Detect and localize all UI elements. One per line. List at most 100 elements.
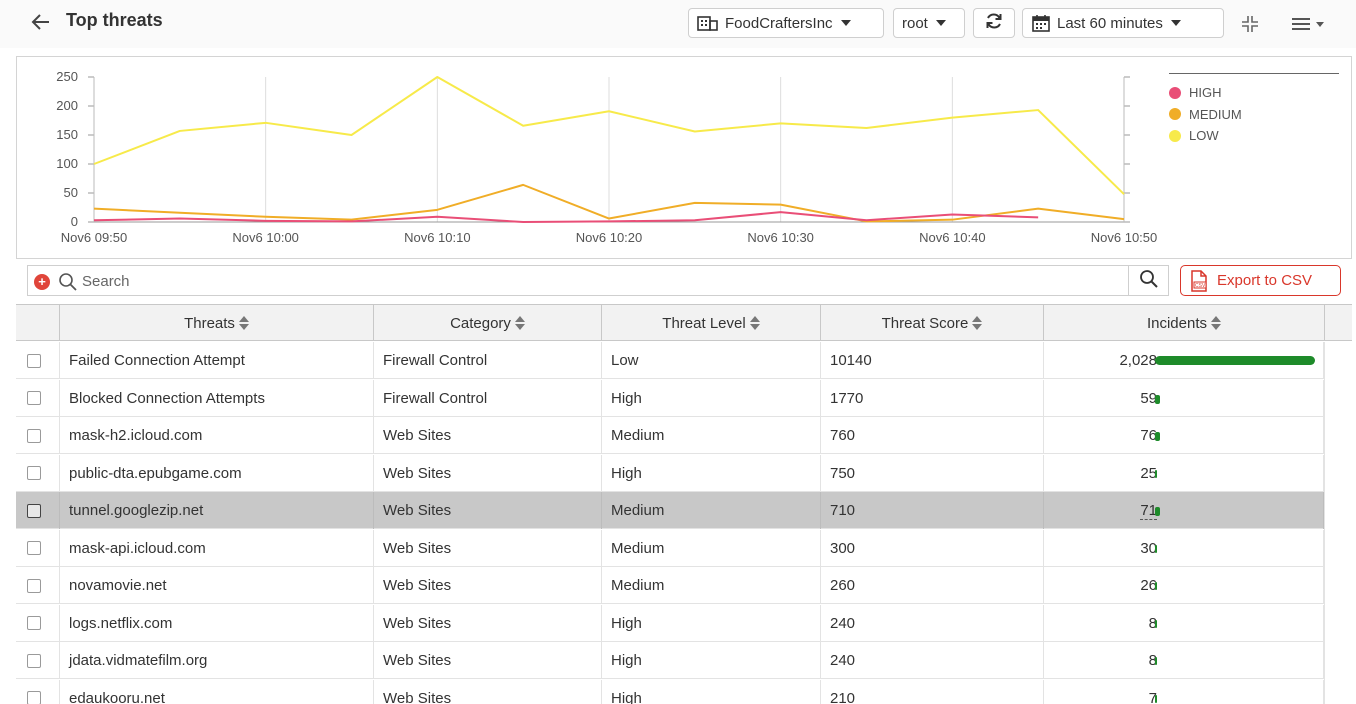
- row-checkbox[interactable]: [27, 541, 41, 555]
- threat-cell: tunnel.googlezip.net: [60, 492, 374, 529]
- table-row[interactable]: public-dta.epubgame.com Web Sites High 750 2…: [16, 454, 1324, 492]
- search-bar: +: [27, 265, 1169, 296]
- incidents-cell: 25: [1044, 454, 1324, 492]
- column-header-category[interactable]: Category: [374, 305, 602, 341]
- column-header-threat-score[interactable]: Threat Score: [821, 305, 1044, 341]
- refresh-button[interactable]: [973, 8, 1015, 38]
- incidents-bar-track: [1155, 394, 1315, 404]
- back-arrow-icon[interactable]: [30, 10, 52, 34]
- threats-table: Threats Category Threat Level Threat Sco…: [16, 304, 1352, 704]
- row-select-cell: [16, 454, 60, 492]
- sort-icon: [749, 316, 760, 330]
- incidents-bar-track: [1155, 544, 1315, 553]
- incidents-bar: [1155, 657, 1157, 665]
- category-cell: Firewall Control: [374, 379, 602, 417]
- row-select-cell: [16, 379, 60, 417]
- table-row[interactable]: Blocked Connection Attempts Firewall Cont…: [16, 379, 1324, 417]
- threat-score-cell: 760: [821, 417, 1044, 454]
- row-checkbox[interactable]: [27, 616, 41, 630]
- category-cell: Web Sites: [374, 417, 602, 454]
- search-icon: [1139, 269, 1159, 293]
- column-header-threat-level[interactable]: Threat Level: [602, 305, 821, 341]
- y-tick-label: 0: [71, 214, 78, 229]
- x-tick-label: Nov6 10:50: [1091, 230, 1158, 245]
- incidents-bar: [1155, 619, 1157, 628]
- row-select-cell: [16, 604, 60, 642]
- table-scrollbar[interactable]: [1324, 342, 1352, 704]
- incidents-cell: 76: [1044, 417, 1324, 454]
- category-cell: Web Sites: [374, 679, 602, 704]
- export-csv-button[interactable]: CSV Export to CSV: [1180, 265, 1341, 296]
- table-row[interactable]: novamovie.net Web Sites Medium 260 26: [16, 567, 1324, 604]
- row-checkbox[interactable]: [27, 503, 41, 518]
- incidents-bar: [1155, 507, 1160, 516]
- vdom-selector-label: root: [902, 14, 928, 32]
- incidents-bar: [1155, 694, 1157, 703]
- table-row[interactable]: Failed Connection Attempt Firewall Contro…: [16, 342, 1324, 379]
- threat-cell: Blocked Connection Attempts: [60, 379, 374, 417]
- refresh-icon: [984, 12, 1004, 34]
- row-checkbox[interactable]: [27, 466, 41, 480]
- incidents-cell: 71: [1044, 492, 1324, 529]
- table-row[interactable]: mask-api.icloud.com Web Sites Medium 300 30: [16, 529, 1324, 567]
- incidents-bar: [1155, 432, 1160, 441]
- add-filter-icon[interactable]: +: [34, 274, 50, 290]
- row-checkbox[interactable]: [27, 653, 41, 668]
- row-checkbox[interactable]: [27, 428, 41, 443]
- column-header-threats[interactable]: Threats: [60, 305, 374, 341]
- category-cell: Web Sites: [374, 529, 602, 567]
- row-checkbox[interactable]: [27, 353, 41, 368]
- threat-level-cell: Low: [602, 342, 821, 379]
- row-checkbox[interactable]: [27, 691, 41, 704]
- legend-item[interactable]: LOW: [1169, 125, 1339, 147]
- vdom-selector[interactable]: root: [893, 8, 965, 38]
- org-selector-label: FoodCraftersInc: [725, 14, 833, 32]
- hamburger-menu-icon[interactable]: [1290, 12, 1330, 36]
- threat-score-cell: 710: [821, 492, 1044, 529]
- threat-score-cell: 240: [821, 642, 1044, 679]
- time-range-label: Last 60 minutes: [1057, 14, 1163, 32]
- incidents-cell: 59: [1044, 379, 1324, 417]
- threat-level-cell: Medium: [602, 529, 821, 567]
- row-select-cell: [16, 342, 60, 379]
- legend-item[interactable]: HIGH: [1169, 82, 1339, 104]
- threat-cell: logs.netflix.com: [60, 604, 374, 642]
- category-cell: Web Sites: [374, 567, 602, 604]
- row-select-cell: [16, 679, 60, 704]
- building-icon: [697, 15, 719, 31]
- table-row[interactable]: logs.netflix.com Web Sites High 240 8: [16, 604, 1324, 642]
- chevron-down-icon: [840, 20, 851, 26]
- page-header: Top threats FoodCraftersInc root Last 60…: [0, 0, 1356, 48]
- incidents-cell: 8: [1044, 604, 1324, 642]
- threat-level-cell: High: [602, 679, 821, 704]
- search-icon: [58, 272, 78, 292]
- search-submit-button[interactable]: [1128, 266, 1168, 295]
- chevron-down-icon: [1170, 20, 1181, 26]
- threat-score-cell: 750: [821, 454, 1044, 492]
- collapse-icon[interactable]: [1240, 14, 1262, 34]
- threat-cell: novamovie.net: [60, 567, 374, 604]
- table-row[interactable]: edaukooru.net Web Sites High 210 7: [16, 679, 1324, 704]
- column-header-incidents[interactable]: Incidents: [1044, 305, 1325, 341]
- svg-text:CSV: CSV: [1195, 283, 1206, 289]
- legend-swatch: [1169, 108, 1181, 121]
- category-cell: Web Sites: [374, 454, 602, 492]
- csv-file-icon: CSV: [1189, 269, 1209, 292]
- table-row[interactable]: jdata.vidmatefilm.org Web Sites High 240 8: [16, 642, 1324, 679]
- row-checkbox[interactable]: [27, 391, 41, 405]
- threat-score-cell: 300: [821, 529, 1044, 567]
- incidents-bar-track: [1155, 506, 1315, 516]
- legend-item[interactable]: MEDIUM: [1169, 104, 1339, 126]
- threat-level-cell: High: [602, 604, 821, 642]
- time-range-selector[interactable]: Last 60 minutes: [1022, 8, 1224, 38]
- row-checkbox[interactable]: [27, 578, 41, 593]
- y-tick-label: 150: [56, 127, 78, 142]
- table-row[interactable]: mask-h2.icloud.com Web Sites Medium 760 76: [16, 417, 1324, 454]
- table-row[interactable]: tunnel.googlezip.net Web Sites Medium 710 71: [16, 492, 1324, 529]
- search-input[interactable]: [82, 269, 1122, 293]
- threat-cell: mask-h2.icloud.com: [60, 417, 374, 454]
- threat-score-cell: 210: [821, 679, 1044, 704]
- org-selector[interactable]: FoodCraftersInc: [688, 8, 884, 38]
- threat-score-cell: 10140: [821, 342, 1044, 379]
- incidents-bar-track: [1155, 694, 1315, 703]
